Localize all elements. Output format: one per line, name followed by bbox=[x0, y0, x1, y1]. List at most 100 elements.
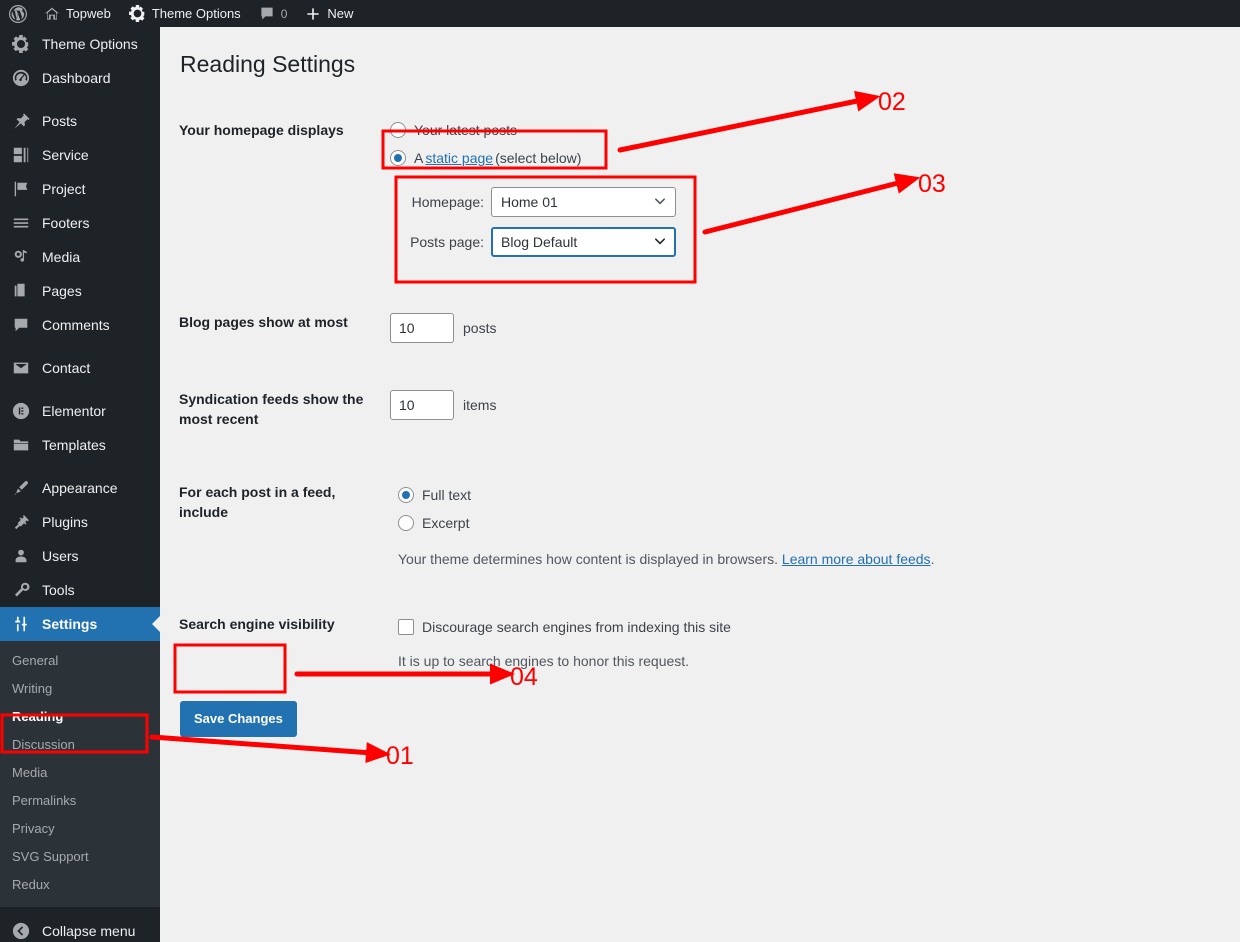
sidebar-item-footers[interactable]: Footers bbox=[0, 206, 160, 240]
submenu-item-discussion[interactable]: Discussion bbox=[0, 731, 160, 759]
collapse-menu-button[interactable]: Collapse menu bbox=[0, 914, 160, 942]
radio-your-latest-posts[interactable]: Your latest posts bbox=[390, 116, 676, 144]
plus-icon bbox=[305, 6, 321, 22]
sidebar-item-settings[interactable]: Settings bbox=[0, 607, 160, 641]
sidebar-item-media[interactable]: Media bbox=[0, 240, 160, 274]
row-field: Full text Excerpt Your theme determines … bbox=[390, 469, 944, 585]
checkbox-label: Discourage search engines from indexing … bbox=[422, 619, 731, 636]
sidebar-item-label: Users bbox=[42, 548, 79, 564]
posts-page-select[interactable]: Blog Default bbox=[491, 227, 676, 257]
comments-button[interactable]: 0 bbox=[250, 0, 297, 27]
pages-stack-icon bbox=[11, 281, 31, 301]
submenu-item-privacy[interactable]: Privacy bbox=[0, 815, 160, 843]
submenu-item-svg-support[interactable]: SVG Support bbox=[0, 843, 160, 871]
home-icon bbox=[44, 6, 60, 22]
flag-icon bbox=[11, 179, 31, 199]
sidebar-separator bbox=[0, 95, 160, 104]
checkbox-discourage-search-engines[interactable]: Discourage search engines from indexing … bbox=[398, 613, 731, 641]
sidebar-item-label: Comments bbox=[42, 317, 110, 333]
sidebar-item-label: Contact bbox=[42, 360, 91, 376]
sidebar-item-appearance[interactable]: Appearance bbox=[0, 471, 160, 505]
blog-pages-input[interactable] bbox=[390, 313, 454, 343]
save-changes-button[interactable]: Save Changes bbox=[180, 701, 297, 737]
form-row-search-engine-visibility: Search engine visibility Discourage sear… bbox=[160, 601, 1240, 687]
homepage-select[interactable]: Home 01 bbox=[491, 187, 676, 217]
posts-page-select-line: Posts page: Blog Default bbox=[410, 222, 676, 262]
sidebar-separator bbox=[0, 385, 160, 394]
learn-more-about-feeds-link[interactable]: Learn more about feeds bbox=[782, 551, 931, 567]
submenu-item-redux[interactable]: Redux bbox=[0, 871, 160, 899]
admin-sidebar-menu: Theme Options Dashboard Posts Service Pr… bbox=[0, 27, 160, 942]
elementor-circle-e-icon bbox=[11, 401, 31, 421]
media-camera-music-icon bbox=[11, 247, 31, 267]
checkbox-indicator[interactable] bbox=[398, 619, 414, 636]
radio-label: Full text bbox=[422, 487, 472, 504]
sidebar-item-comments[interactable]: Comments bbox=[0, 308, 160, 342]
sidebar-item-contact[interactable]: Contact bbox=[0, 351, 160, 385]
submenu-item-writing[interactable]: Writing bbox=[0, 675, 160, 703]
main-content: Reading Settings Your homepage displays … bbox=[160, 27, 1240, 942]
submenu-item-reading[interactable]: Reading bbox=[0, 703, 160, 731]
radio-indicator[interactable] bbox=[390, 122, 406, 138]
sidebar-item-pages[interactable]: Pages bbox=[0, 274, 160, 308]
pin-icon bbox=[11, 111, 31, 131]
submenu-item-permalinks[interactable]: Permalinks bbox=[0, 787, 160, 815]
row-field: posts bbox=[380, 295, 506, 358]
reading-settings-form: Your homepage displays Your latest posts… bbox=[160, 101, 1240, 687]
radio-indicator[interactable] bbox=[390, 150, 406, 166]
homepage-select-label: Homepage: bbox=[411, 194, 484, 210]
syndication-feeds-input[interactable] bbox=[390, 390, 454, 420]
radio-a-static-page[interactable]: A static page (select below) bbox=[390, 144, 676, 172]
row-field: items bbox=[380, 372, 506, 435]
site-name-button[interactable]: Topweb bbox=[35, 0, 120, 27]
sidebar-item-plugins[interactable]: Plugins bbox=[0, 505, 160, 539]
new-content-button[interactable]: New bbox=[296, 0, 362, 27]
radio-label-prefix: A bbox=[414, 150, 424, 166]
homepage-select-line: Homepage: Home 01 bbox=[410, 182, 676, 222]
sidebar-item-label: Project bbox=[42, 181, 86, 197]
wordpress-logo-button[interactable] bbox=[0, 0, 35, 27]
sidebar-item-label: Dashboard bbox=[42, 70, 111, 86]
layout-blocks-icon bbox=[11, 145, 31, 165]
envelope-icon bbox=[11, 358, 31, 378]
sidebar-item-project[interactable]: Project bbox=[0, 172, 160, 206]
radio-indicator[interactable] bbox=[398, 515, 414, 532]
wp-admin-screen: Topweb Theme Options 0 New Theme Options… bbox=[0, 0, 1240, 942]
radio-excerpt[interactable]: Excerpt bbox=[398, 509, 934, 537]
radio-full-text[interactable]: Full text bbox=[398, 481, 934, 509]
sidebar-item-elementor[interactable]: Elementor bbox=[0, 394, 160, 428]
sidebar-separator bbox=[0, 342, 160, 351]
new-content-label: New bbox=[327, 6, 354, 21]
posts-page-select-label: Posts page: bbox=[410, 234, 484, 250]
sidebar-item-posts[interactable]: Posts bbox=[0, 104, 160, 138]
sidebar-item-users[interactable]: Users bbox=[0, 539, 160, 573]
sidebar-item-label: Media bbox=[42, 249, 81, 265]
sidebar-item-label: Templates bbox=[42, 437, 106, 453]
row-label: Blog pages show at most bbox=[179, 314, 348, 330]
theme-options-label: Theme Options bbox=[151, 6, 241, 21]
submenu-item-general[interactable]: General bbox=[0, 647, 160, 675]
plug-icon bbox=[11, 512, 31, 532]
form-row-syndication-feeds: Syndication feeds show the most recent i… bbox=[160, 372, 1240, 449]
static-page-link[interactable]: static page bbox=[425, 150, 493, 166]
sidebar-item-service[interactable]: Service bbox=[0, 138, 160, 172]
sidebar-separator bbox=[0, 462, 160, 471]
sidebar-item-theme-options[interactable]: Theme Options bbox=[0, 27, 160, 61]
collapse-arrow-icon bbox=[11, 922, 31, 940]
sidebar-item-templates[interactable]: Templates bbox=[0, 428, 160, 462]
user-icon bbox=[11, 546, 31, 566]
sidebar-item-label: Tools bbox=[42, 582, 75, 598]
row-field: Discourage search engines from indexing … bbox=[390, 601, 741, 687]
row-label: For each post in a feed, include bbox=[179, 484, 336, 520]
search-visibility-hint: It is up to search engines to honor this… bbox=[398, 653, 690, 670]
wrench-icon bbox=[11, 580, 31, 600]
submenu-item-media[interactable]: Media bbox=[0, 759, 160, 787]
theme-options-button[interactable]: Theme Options bbox=[120, 0, 250, 27]
sidebar-item-dashboard[interactable]: Dashboard bbox=[0, 61, 160, 95]
sidebar-item-tools[interactable]: Tools bbox=[0, 573, 160, 607]
sidebar-item-label: Service bbox=[42, 147, 89, 163]
sidebar-item-label: Plugins bbox=[42, 514, 88, 530]
radio-indicator[interactable] bbox=[398, 487, 414, 504]
form-row-homepage-displays: Your homepage displays Your latest posts… bbox=[160, 101, 1240, 277]
posts-page-select-wrap: Blog Default bbox=[491, 227, 676, 257]
